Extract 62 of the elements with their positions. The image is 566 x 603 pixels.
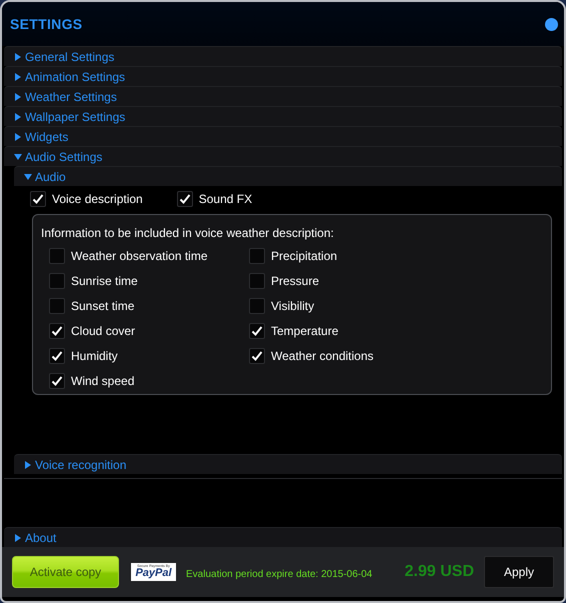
checkbox[interactable] — [249, 248, 265, 264]
checkbox[interactable] — [49, 272, 65, 288]
checkbox-label: Pressure — [271, 272, 320, 290]
check-icon — [251, 324, 263, 336]
checkbox-option[interactable]: Voice description — [30, 190, 143, 208]
checkbox-label: Voice description — [52, 191, 143, 208]
checkbox-label: Sunset time — [71, 298, 134, 314]
window-title: SETTINGS — [10, 14, 82, 34]
checkbox-option[interactable]: Pressure — [249, 271, 449, 290]
checkbox-label: Sound FX — [198, 191, 252, 208]
apply-button[interactable]: Apply — [484, 556, 554, 588]
checkbox-option[interactable]: Humidity — [49, 346, 249, 365]
checkbox[interactable] — [49, 372, 65, 388]
check-icon — [51, 350, 63, 362]
checkbox-option[interactable]: Visibility — [249, 296, 449, 315]
check-icon — [32, 193, 44, 205]
section-header[interactable]: About — [4, 527, 562, 547]
checkbox[interactable] — [249, 272, 265, 288]
price-label: 2.99 USD — [404, 562, 474, 582]
checkbox[interactable] — [49, 348, 65, 364]
checkbox-label: Weather observation time — [71, 248, 208, 264]
checkbox-option[interactable]: Sunrise time — [49, 271, 249, 290]
check-icon — [51, 324, 63, 336]
checkbox[interactable] — [249, 322, 265, 338]
checkbox[interactable] — [249, 298, 265, 314]
checkbox-option[interactable]: Wind speed — [49, 371, 249, 390]
checkbox-option[interactable]: Sunset time — [49, 296, 249, 315]
check-icon — [51, 374, 63, 386]
subsection-header[interactable]: Voice recognition — [14, 454, 562, 474]
checkbox-label: Cloud cover — [71, 322, 136, 340]
check-icon — [251, 350, 263, 362]
checkbox-option[interactable]: Precipitation — [249, 246, 449, 265]
section-header[interactable]: Animation Settings — [4, 66, 562, 86]
section-header[interactable]: Audio Settings — [4, 146, 562, 166]
checkbox-label: Precipitation — [271, 248, 338, 264]
activate-copy-button[interactable]: Activate copy — [12, 556, 119, 588]
checkbox[interactable] — [30, 191, 46, 207]
checkbox-option[interactable]: Cloud cover — [49, 321, 249, 340]
evaluation-text: Evaluation period expire date: 2015-06-04 — [186, 568, 372, 582]
subsection-header[interactable]: Audio — [14, 166, 562, 186]
group-title: Information to be included in voice weather description: — [41, 225, 335, 242]
checkbox-label: Humidity — [71, 348, 118, 364]
checkbox-label: Wind speed — [71, 372, 134, 390]
checkbox[interactable] — [249, 348, 265, 364]
section-header[interactable]: General Settings — [4, 46, 562, 66]
checkbox-label: Sunrise time — [71, 272, 138, 290]
checkbox-option[interactable]: Temperature — [249, 321, 449, 340]
checkbox[interactable] — [49, 298, 65, 314]
checkbox-option[interactable]: Weather conditions — [249, 346, 449, 365]
checkbox[interactable] — [49, 322, 65, 338]
section-header[interactable]: Wallpaper Settings — [4, 106, 562, 126]
checkbox-label: Visibility — [271, 298, 314, 314]
section-header[interactable]: Widgets — [4, 126, 562, 146]
status-dot — [545, 18, 558, 30]
check-icon — [178, 193, 191, 205]
section-header[interactable]: Weather Settings — [4, 86, 562, 106]
checkbox-label: Temperature — [271, 322, 338, 340]
checkbox[interactable] — [49, 248, 65, 264]
checkbox-label: Weather conditions — [271, 348, 374, 364]
checkbox-option[interactable]: Sound FX — [176, 190, 252, 208]
checkbox[interactable] — [176, 191, 193, 207]
checkbox-option[interactable]: Weather observation time — [49, 246, 249, 265]
